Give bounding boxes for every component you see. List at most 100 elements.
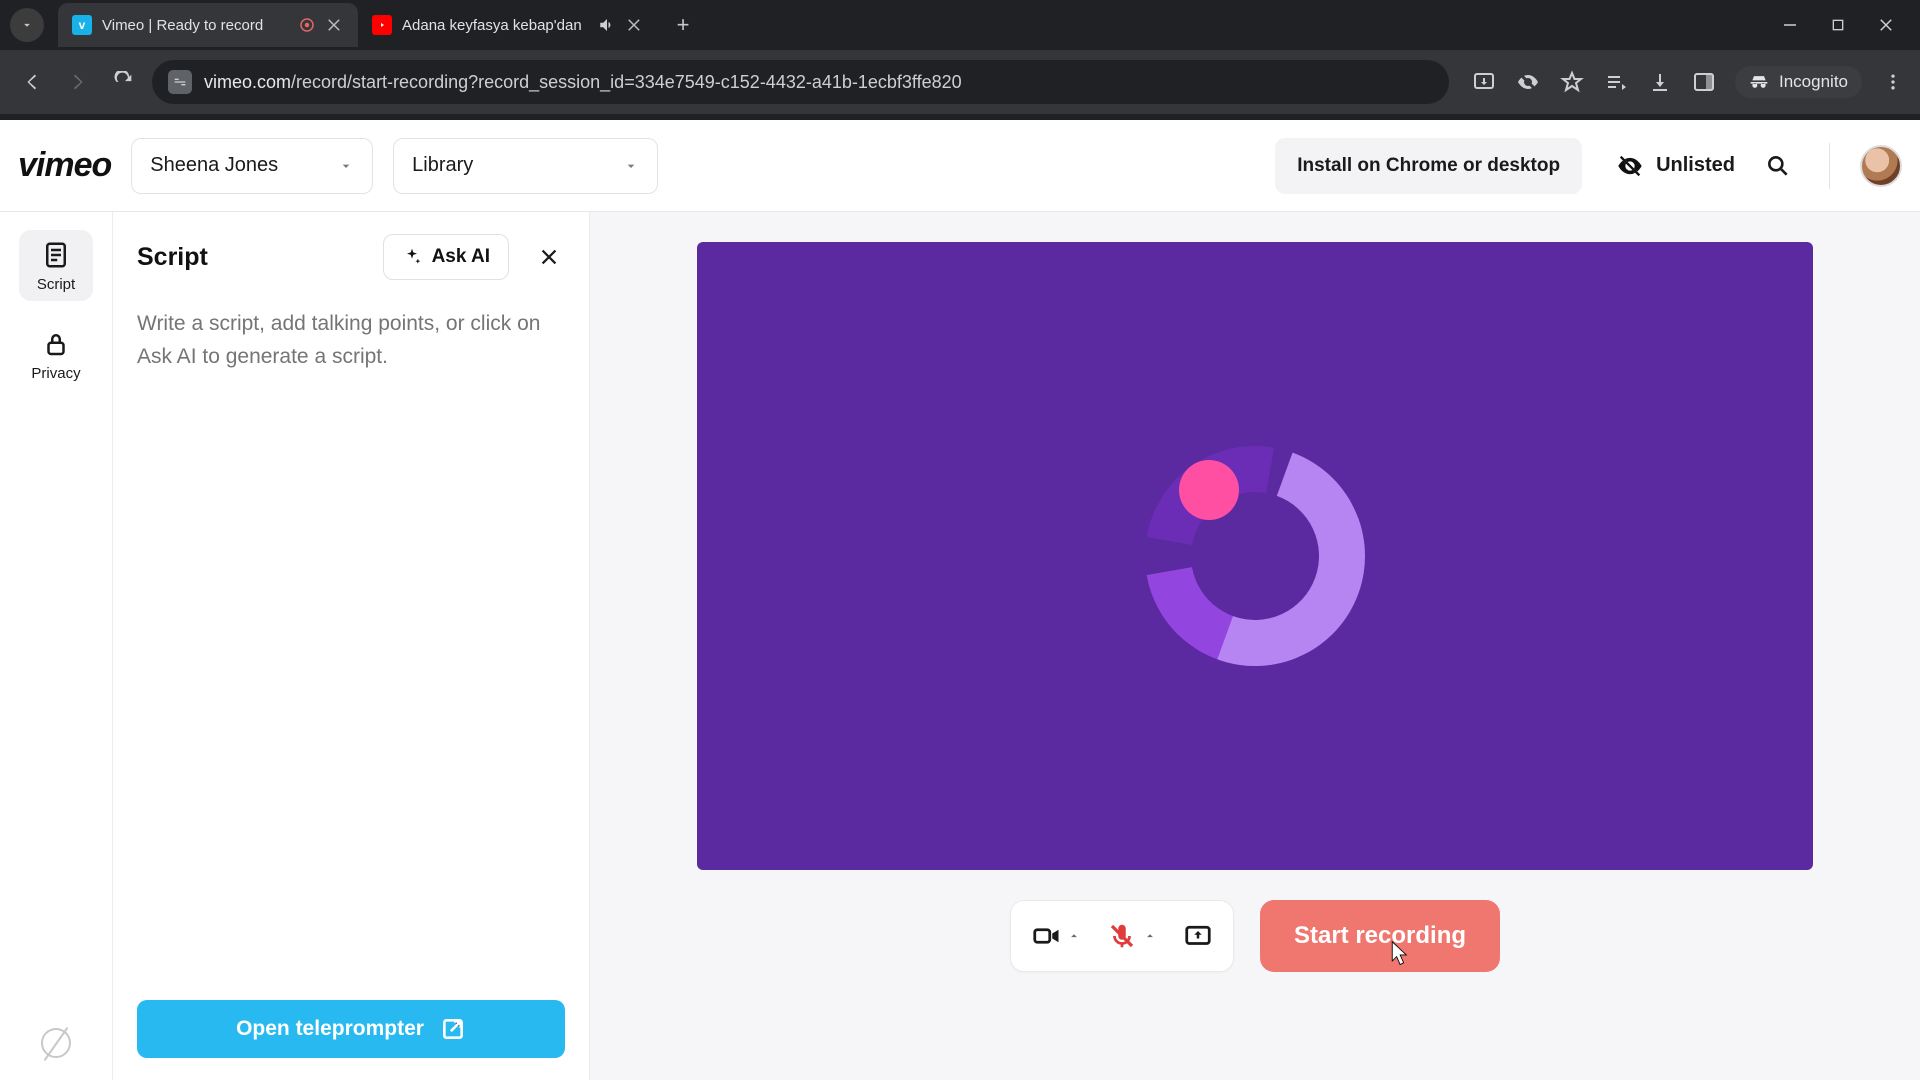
mic-off-icon: [1107, 921, 1137, 951]
url-text: vimeo.com/record/start-recording?record_…: [204, 72, 962, 93]
install-button-label: Install on Chrome or desktop: [1297, 155, 1560, 177]
mic-toggle[interactable]: [1107, 921, 1157, 951]
media-icon: [1604, 70, 1628, 94]
chevron-down-icon: [20, 18, 34, 32]
maximize-button[interactable]: [1828, 15, 1848, 35]
search-button[interactable]: [1765, 153, 1791, 179]
incognito-chip[interactable]: Incognito: [1735, 66, 1862, 98]
close-icon: [1877, 16, 1895, 34]
recording-controls: Start recording: [1010, 900, 1500, 972]
open-teleprompter-button[interactable]: Open teleprompter: [137, 1000, 565, 1058]
tab-search-button[interactable]: [10, 8, 44, 42]
close-panel-button[interactable]: [533, 241, 565, 273]
user-avatar[interactable]: [1860, 145, 1902, 187]
user-select[interactable]: Sheena Jones: [131, 138, 373, 194]
ask-ai-button[interactable]: Ask AI: [383, 234, 509, 280]
forward-button[interactable]: [60, 64, 96, 100]
chevron-down-icon: [338, 158, 354, 174]
browser-menu-button[interactable]: [1880, 69, 1906, 95]
address-bar: vimeo.com/record/start-recording?record_…: [0, 50, 1920, 114]
eye-off-icon: [1516, 70, 1540, 94]
url-box[interactable]: vimeo.com/record/start-recording?record_…: [152, 60, 1449, 104]
window-controls: [1780, 15, 1920, 35]
audio-playing-icon: [598, 16, 616, 34]
device-controls: [1010, 900, 1234, 972]
app: vimeo Sheena Jones Library Install on Ch…: [0, 120, 1920, 1080]
incognito-icon: [1749, 72, 1769, 92]
script-textarea[interactable]: [137, 308, 565, 1000]
close-icon[interactable]: [626, 16, 644, 34]
sparkle-icon: [402, 247, 422, 267]
minimize-icon: [1781, 16, 1799, 34]
minimize-button[interactable]: [1780, 15, 1800, 35]
rail-item-script[interactable]: Script: [19, 230, 93, 301]
close-window-button[interactable]: [1876, 15, 1896, 35]
reload-icon: [113, 71, 135, 93]
screen-share-toggle[interactable]: [1183, 921, 1213, 951]
downloads-button[interactable]: [1647, 69, 1673, 95]
rail-help-icon[interactable]: [41, 1028, 71, 1058]
visibility-label: Unlisted: [1656, 154, 1735, 177]
install-button[interactable]: Install on Chrome or desktop: [1275, 138, 1582, 194]
external-link-icon: [440, 1016, 466, 1042]
script-panel-title: Script: [137, 243, 369, 272]
panel-icon: [1692, 70, 1716, 94]
vimeo-favicon-icon: v: [72, 15, 92, 35]
tab-youtube[interactable]: Adana keyfasya kebap'dan: [358, 3, 658, 47]
reload-button[interactable]: [106, 64, 142, 100]
divider: [1829, 143, 1830, 189]
script-icon: [41, 240, 71, 270]
rail-item-label: Script: [37, 276, 75, 293]
tracking-protection-button[interactable]: [1515, 69, 1541, 95]
lock-icon: [41, 329, 71, 359]
side-rail: Script Privacy: [0, 212, 112, 1080]
browser-chrome: v Vimeo | Ready to record Adana keyfasya…: [0, 0, 1920, 120]
video-preview: [697, 242, 1813, 870]
cursor-icon: [1390, 940, 1412, 968]
install-pwa-button[interactable]: [1471, 69, 1497, 95]
stage: Start recording: [590, 212, 1920, 1080]
camera-toggle[interactable]: [1031, 921, 1081, 951]
toolbar-right: Incognito: [1459, 66, 1906, 98]
new-tab-button[interactable]: +: [666, 8, 700, 42]
start-recording-button[interactable]: Start recording: [1260, 900, 1500, 972]
tab-title: Vimeo | Ready to record: [102, 17, 288, 34]
script-panel-header: Script Ask AI: [137, 234, 565, 280]
ask-ai-label: Ask AI: [432, 246, 490, 268]
library-select-label: Library: [412, 154, 473, 177]
loading-spinner-icon: [1145, 446, 1365, 666]
media-controls-button[interactable]: [1603, 69, 1629, 95]
app-header: vimeo Sheena Jones Library Install on Ch…: [0, 120, 1920, 212]
back-button[interactable]: [14, 64, 50, 100]
open-teleprompter-label: Open teleprompter: [236, 1017, 424, 1041]
user-select-label: Sheena Jones: [150, 154, 278, 177]
vimeo-logo[interactable]: vimeo: [18, 146, 111, 185]
arrow-left-icon: [21, 71, 43, 93]
incognito-label: Incognito: [1779, 72, 1848, 92]
eye-off-icon: [1616, 152, 1644, 180]
maximize-icon: [1830, 17, 1846, 33]
rail-item-label: Privacy: [31, 365, 80, 382]
bookmark-button[interactable]: [1559, 69, 1585, 95]
library-select[interactable]: Library: [393, 138, 658, 194]
tab-vimeo[interactable]: v Vimeo | Ready to record: [58, 3, 358, 47]
script-panel: Script Ask AI Open teleprompter: [112, 212, 590, 1080]
close-icon[interactable]: [326, 16, 344, 34]
start-recording-label: Start recording: [1294, 922, 1466, 950]
tab-title: Adana keyfasya kebap'dan: [402, 17, 588, 34]
visibility-toggle[interactable]: Unlisted: [1602, 152, 1735, 180]
recording-indicator-icon: [298, 16, 316, 34]
chevron-up-icon: [1143, 929, 1157, 943]
chevron-up-icon: [1067, 929, 1081, 943]
youtube-favicon-icon: [372, 15, 392, 35]
install-icon: [1472, 70, 1496, 94]
download-icon: [1648, 70, 1672, 94]
side-panel-button[interactable]: [1691, 69, 1717, 95]
close-icon: [538, 246, 560, 268]
chevron-down-icon: [623, 158, 639, 174]
rail-item-privacy[interactable]: Privacy: [19, 319, 93, 390]
camera-icon: [1031, 921, 1061, 951]
site-settings-icon[interactable]: [168, 70, 192, 94]
kebab-icon: [1883, 72, 1903, 92]
tab-strip: v Vimeo | Ready to record Adana keyfasya…: [0, 0, 1920, 50]
